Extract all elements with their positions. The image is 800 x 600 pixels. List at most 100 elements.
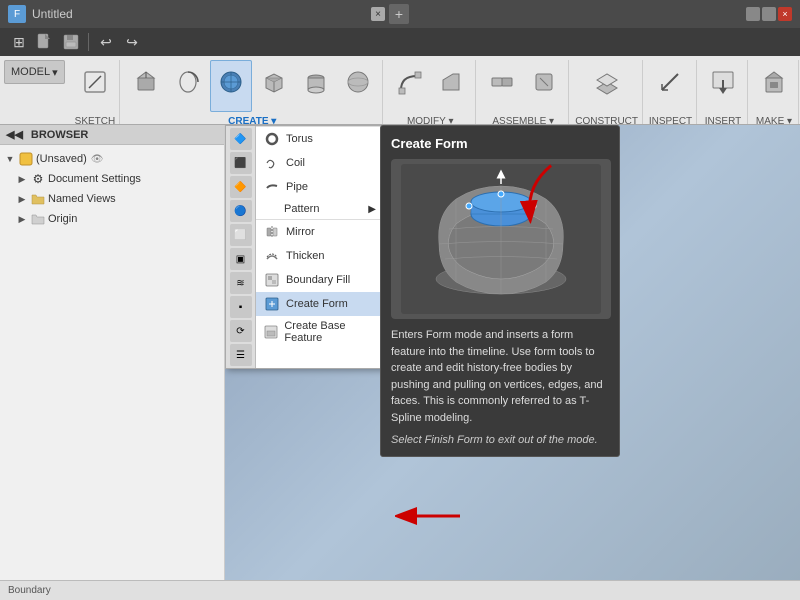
tree-item-origin[interactable]: ▶ Origin <box>0 209 224 229</box>
menu-item-create-form[interactable]: Create Form <box>256 292 384 316</box>
grid-view-button[interactable]: ⊞ <box>8 31 30 53</box>
tree-doc-settings-label: Document Settings <box>48 173 141 185</box>
model-dropdown[interactable]: MODEL ▾ <box>4 60 65 84</box>
box-icon <box>260 68 288 102</box>
offset-plane-button[interactable] <box>587 60 627 112</box>
menu-item-coil-label: Coil <box>286 157 305 169</box>
measure-button[interactable] <box>650 60 690 112</box>
top-toolbar: ⊞ ↩ ↪ <box>0 28 800 56</box>
undo-button[interactable]: ↩ <box>95 31 117 53</box>
boundary-fill-icon <box>264 272 280 288</box>
model-label: MODEL <box>11 66 50 78</box>
redo-button[interactable]: ↪ <box>121 31 143 53</box>
sidebar-create-icon-2[interactable]: ⬛ <box>230 152 252 174</box>
thicken-icon <box>264 248 280 264</box>
tree-named-views-label: Named Views <box>48 193 116 205</box>
sidebar-create-icon-4[interactable]: 🔵 <box>230 200 252 222</box>
joint-icon <box>488 68 516 102</box>
menu-item-pipe[interactable]: Pipe <box>256 175 384 199</box>
insert-section: INSERT ▾ <box>699 60 748 124</box>
menu-item-boundary-fill-label: Boundary Fill <box>286 274 350 286</box>
menu-item-mirror-label: Mirror <box>286 226 315 238</box>
sidebar-create-icon-9[interactable]: ⟳ <box>230 320 252 342</box>
browser-label: BROWSER <box>31 129 88 141</box>
tooltip-note: Select Finish Form to exit out of the mo… <box>391 434 609 446</box>
chamfer-icon <box>437 68 465 102</box>
file-button[interactable] <box>34 31 56 53</box>
model-dropdown-arrow: ▾ <box>52 66 58 79</box>
fillet-icon <box>395 68 423 102</box>
menu-item-thicken-label: Thicken <box>286 250 325 262</box>
sidebar-create-icon-7[interactable]: ≋ <box>230 272 252 294</box>
ribbon: MODEL ▾ SKETCH ▾ <box>0 56 800 125</box>
tooltip-title: Create Form <box>391 136 609 151</box>
tree-arrow-views: ▶ <box>16 193 28 205</box>
menu-item-thicken[interactable]: Thicken <box>256 244 384 268</box>
create-form-button[interactable] <box>210 60 252 112</box>
menu-item-create-base-label: Create Base Feature <box>284 320 376 344</box>
tree-item-named-views[interactable]: ▶ Named Views <box>0 189 224 209</box>
revolve-icon <box>174 68 202 102</box>
app-title: Untitled <box>32 7 369 21</box>
new-tab-button[interactable]: + <box>389 4 409 24</box>
canvas-area: 🔷 ⬛ 🔶 🔵 ⬜ ▣ ≋ ▪ ⟳ ☰ Torus <box>225 125 800 583</box>
sidebar-create-icon-10[interactable]: ☰ <box>230 344 252 366</box>
revolve-button[interactable] <box>168 60 208 112</box>
tab-close-button[interactable]: × <box>371 7 385 21</box>
menu-item-pattern[interactable]: Pattern ▶ <box>256 199 384 219</box>
browser-header: ◀◀ BROWSER <box>0 125 224 145</box>
tree-item-doc-settings[interactable]: ▶ ⚙ Document Settings <box>0 169 224 189</box>
tree-arrow-root: ▼ <box>4 153 16 165</box>
chamfer-button[interactable] <box>431 60 471 112</box>
sidebar-create-icon-5[interactable]: ⬜ <box>230 224 252 246</box>
offset-plane-icon <box>593 68 621 102</box>
box-button[interactable] <box>254 60 294 112</box>
modify-section: MODIFY ▾ <box>385 60 476 124</box>
browser-collapse-button[interactable]: ◀◀ <box>6 128 23 141</box>
tree-root-label: (Unsaved) <box>36 153 87 165</box>
tree-item-root[interactable]: ▼ (Unsaved) 👁 <box>0 149 224 169</box>
tree-arrow-doc: ▶ <box>16 173 28 185</box>
menu-item-torus[interactable]: Torus <box>256 126 384 151</box>
coil-icon <box>264 155 280 171</box>
extrude-button[interactable] <box>126 60 166 112</box>
menu-item-mirror[interactable]: Mirror <box>256 219 384 244</box>
status-text: Boundary <box>8 585 51 596</box>
tooltip-image <box>391 159 611 319</box>
tree-arrow-origin: ▶ <box>16 213 28 225</box>
menu-item-coil[interactable]: Coil <box>256 151 384 175</box>
cylinder-button[interactable] <box>296 60 336 112</box>
tree-icon-origin <box>30 211 46 227</box>
browser-tree: ▼ (Unsaved) 👁 ▶ ⚙ Document Settings ▶ Na… <box>0 145 224 583</box>
make-icon <box>760 68 788 102</box>
make-button[interactable] <box>754 60 794 112</box>
sidebar: ◀◀ BROWSER ▼ (Unsaved) 👁 ▶ ⚙ Document Se… <box>0 125 225 583</box>
sphere-button[interactable] <box>338 60 378 112</box>
cylinder-icon <box>302 68 330 102</box>
title-bar: F Untitled × + × <box>0 0 800 28</box>
sidebar-create-icon-1[interactable]: 🔷 <box>230 128 252 150</box>
fillet-button[interactable] <box>389 60 429 112</box>
sidebar-create-icon-6[interactable]: ▣ <box>230 248 252 270</box>
tree-eye-icon[interactable]: 👁 <box>91 154 104 165</box>
create-section: CREATE ▾ <box>122 60 383 124</box>
menu-item-create-base[interactable]: Create Base Feature <box>256 316 384 348</box>
pipe-icon <box>264 179 280 195</box>
joint-button[interactable] <box>482 60 522 112</box>
rigid-button[interactable] <box>524 60 564 112</box>
save-button[interactable] <box>60 31 82 53</box>
make-section: MAKE ▾ <box>750 60 799 124</box>
status-bar: Boundary <box>0 580 800 600</box>
insert-button[interactable] <box>703 60 743 112</box>
menu-item-create-form-label: Create Form <box>286 298 348 310</box>
sketch-button[interactable] <box>75 60 115 112</box>
create-dropdown-menu: 🔷 ⬛ 🔶 🔵 ⬜ ▣ ≋ ▪ ⟳ ☰ Torus <box>225 125 385 369</box>
tooltip-body: Enters Form mode and inserts a form feat… <box>391 327 609 426</box>
tree-icon-folder <box>30 191 46 207</box>
main-content: ◀◀ BROWSER ▼ (Unsaved) 👁 ▶ ⚙ Document Se… <box>0 125 800 583</box>
menu-item-boundary-fill[interactable]: Boundary Fill <box>256 268 384 292</box>
sidebar-create-icon-3[interactable]: 🔶 <box>230 176 252 198</box>
torus-icon <box>264 131 280 147</box>
sidebar-create-icon-8[interactable]: ▪ <box>230 296 252 318</box>
tree-icon-gear: ⚙ <box>30 171 46 187</box>
